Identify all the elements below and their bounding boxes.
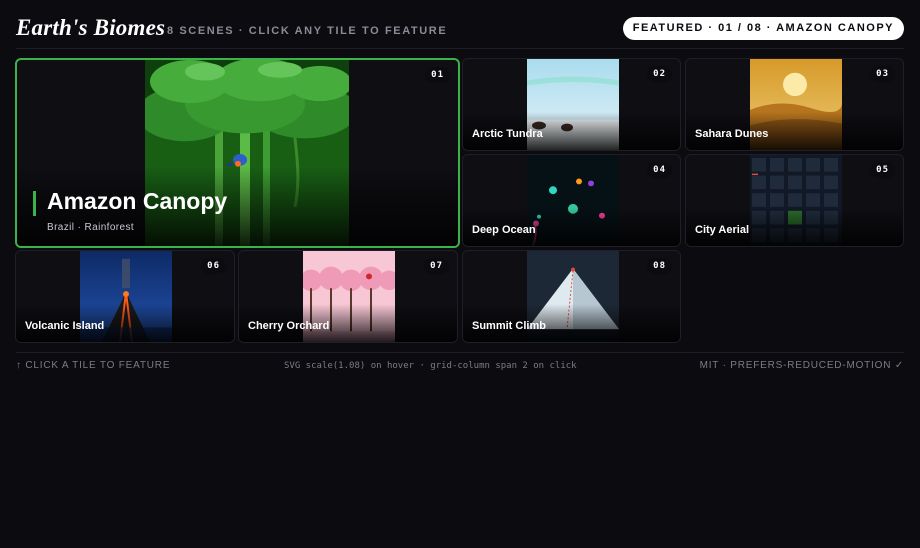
tile-number: 05 — [870, 162, 895, 178]
tile-number: 04 — [647, 162, 672, 178]
tile-summit-climb[interactable]: 08 Summit Climb — [462, 250, 681, 343]
footer-tech-note: SVG scale(1.08) on hover · grid-column s… — [284, 361, 577, 371]
tile-label: Summit Climb — [472, 320, 546, 332]
tile-number: 03 — [870, 66, 895, 82]
app-title: Earth's Biomes — [16, 15, 166, 40]
tile-number: 01 — [425, 67, 450, 83]
header: Earth's Biomes 8 SCENES · CLICK ANY TILE… — [16, 14, 904, 44]
tile-number: 08 — [647, 258, 672, 274]
tile-number: 06 — [201, 258, 226, 274]
tile-label: Deep Ocean — [472, 224, 536, 236]
tile-number: 02 — [647, 66, 672, 82]
tile-label: Arctic Tundra — [472, 128, 543, 140]
scene-count-subtitle: 8 SCENES · CLICK ANY TILE TO FEATURE — [167, 25, 448, 37]
featured-subtitle: Brazil · Rainforest — [47, 222, 135, 233]
tile-sahara-dunes[interactable]: 03 Sahara Dunes — [685, 58, 904, 151]
footer: ↑ CLICK A TILE TO FEATURE SVG scale(1.08… — [16, 360, 904, 374]
tile-volcanic-island[interactable]: 06 Volcanic Island — [15, 250, 235, 343]
featured-status-pill: FEATURED · 01 / 08 · AMAZON CANOPY — [622, 17, 904, 40]
tile-amazon-canopy[interactable]: 01 Amazon Canopy Brazil · Rainforest — [15, 58, 460, 248]
tile-cherry-orchard[interactable]: 07 Cherry Orchard — [238, 250, 458, 343]
tile-label: Cherry Orchard — [248, 320, 330, 332]
tile-number: 07 — [424, 258, 449, 274]
footer-license: MIT · PREFERS-REDUCED-MOTION ✓ — [699, 360, 904, 371]
header-divider — [16, 48, 904, 49]
featured-accent-bar — [33, 191, 36, 216]
tile-deep-ocean[interactable]: 04 Deep Ocean — [462, 154, 681, 247]
tile-label: Volcanic Island — [25, 320, 105, 332]
tile-city-aerial[interactable]: 05 City Aerial — [685, 154, 904, 247]
footer-hint: ↑ CLICK A TILE TO FEATURE — [16, 360, 171, 371]
tile-label: City Aerial — [695, 224, 750, 236]
tile-label: Sahara Dunes — [695, 128, 769, 140]
featured-title: Amazon Canopy — [47, 188, 228, 214]
tile-arctic-tundra[interactable]: 02 Arctic Tundra — [462, 58, 681, 151]
footer-divider — [16, 352, 904, 353]
